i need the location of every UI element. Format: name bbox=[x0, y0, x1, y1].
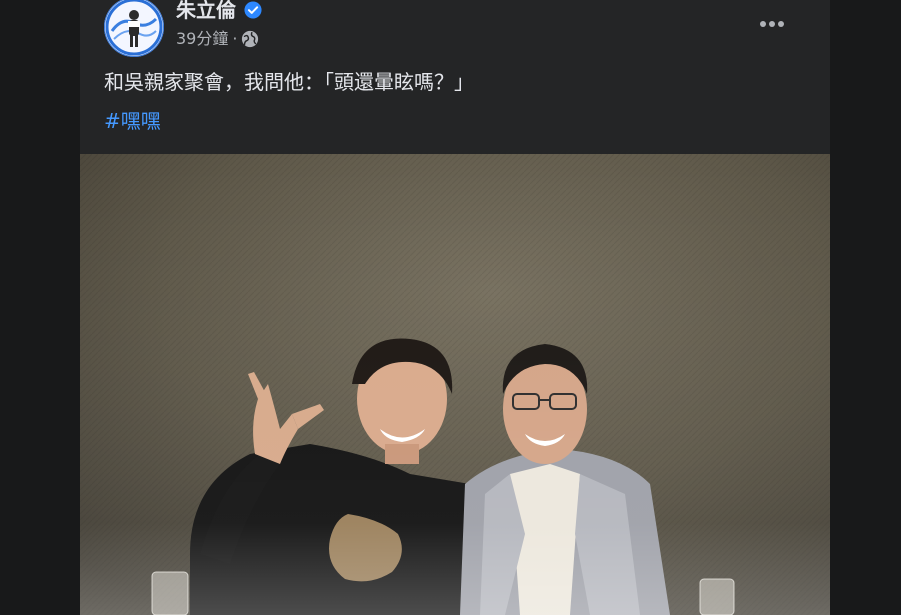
author-line: 朱立倫 bbox=[176, 0, 262, 22]
avatar-illustration bbox=[105, 0, 163, 56]
post-card: 朱立倫 39分鐘 · 和吳親家聚會，我問他：「頭還暈眩嗎？」 #嘿嘿 bbox=[80, 0, 830, 615]
hashtag-link[interactable]: #嘿嘿 bbox=[104, 106, 161, 136]
more-options-button[interactable] bbox=[752, 6, 792, 42]
post-photo[interactable] bbox=[80, 154, 830, 615]
post-text: 和吳親家聚會，我問他：「頭還暈眩嗎？」 bbox=[104, 70, 474, 94]
post-header: 朱立倫 39分鐘 · bbox=[104, 0, 806, 60]
more-options-icon bbox=[760, 21, 784, 27]
page: 朱立倫 39分鐘 · 和吳親家聚會，我問他：「頭還暈眩嗎？」 #嘿嘿 bbox=[0, 0, 901, 615]
photo-two-men-at-dinner bbox=[80, 154, 830, 615]
author-name[interactable]: 朱立倫 bbox=[176, 0, 236, 22]
verified-badge-icon bbox=[244, 1, 262, 19]
post-meta: 39分鐘 · bbox=[176, 28, 259, 50]
meta-separator: · bbox=[232, 29, 238, 48]
author-avatar[interactable] bbox=[104, 0, 164, 57]
post-timestamp[interactable]: 39分鐘 bbox=[176, 28, 228, 50]
globe-icon[interactable] bbox=[241, 30, 259, 48]
